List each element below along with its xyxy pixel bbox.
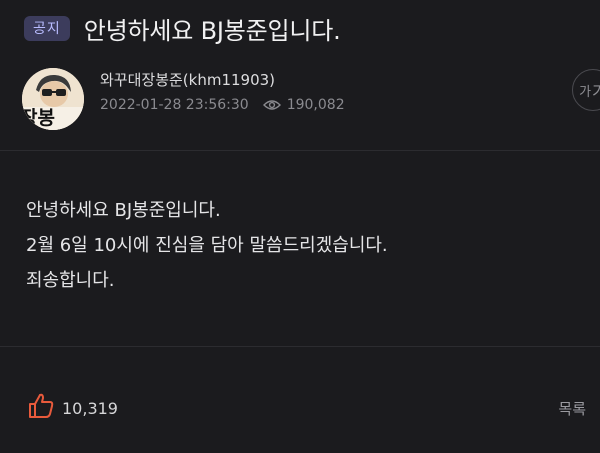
- like-count: 10,319: [62, 398, 118, 418]
- title-row: 공지 안녕하세요 BJ봉준입니다.: [24, 10, 580, 46]
- eye-icon: [262, 99, 281, 111]
- font-size-icon-small: 가: [579, 84, 592, 100]
- notice-badge: 공지: [24, 15, 70, 41]
- avatar-text: 장봉: [22, 107, 55, 129]
- font-size-icon-big: 가: [592, 82, 600, 101]
- author-name[interactable]: 와꾸대장봉준(khm11903): [100, 69, 275, 90]
- avatar[interactable]: 장봉: [22, 68, 84, 130]
- avatar-image: 장봉: [22, 68, 84, 130]
- thumbs-up-icon: [26, 391, 56, 425]
- post-title: 안녕하세요 BJ봉준입니다.: [83, 16, 341, 45]
- post-body: 안녕하세요 BJ봉준입니다. 2월 6일 10시에 진심을 담아 말씀드리겠습니…: [26, 193, 580, 298]
- body-line: 안녕하세요 BJ봉준입니다.: [26, 200, 221, 221]
- divider-top: [0, 150, 600, 151]
- view-count: 190,082: [286, 97, 345, 113]
- footer: 10,319 목록: [26, 388, 586, 428]
- author-block: 장봉 와꾸대장봉준(khm11903) 2022-01-28 23:56:30 …: [22, 68, 600, 132]
- post-date: 2022-01-28 23:56:30: [100, 97, 249, 113]
- list-button[interactable]: 목록: [558, 398, 586, 419]
- font-size-button[interactable]: 가가: [572, 69, 600, 111]
- body-line: 죄송합니다.: [26, 270, 115, 291]
- like-button[interactable]: 10,319: [26, 391, 118, 425]
- divider-bottom: [0, 346, 600, 347]
- body-line: 2월 6일 10시에 진심을 담아 말씀드리겠습니다.: [26, 235, 388, 256]
- post-meta: 2022-01-28 23:56:30 190,082: [100, 97, 345, 113]
